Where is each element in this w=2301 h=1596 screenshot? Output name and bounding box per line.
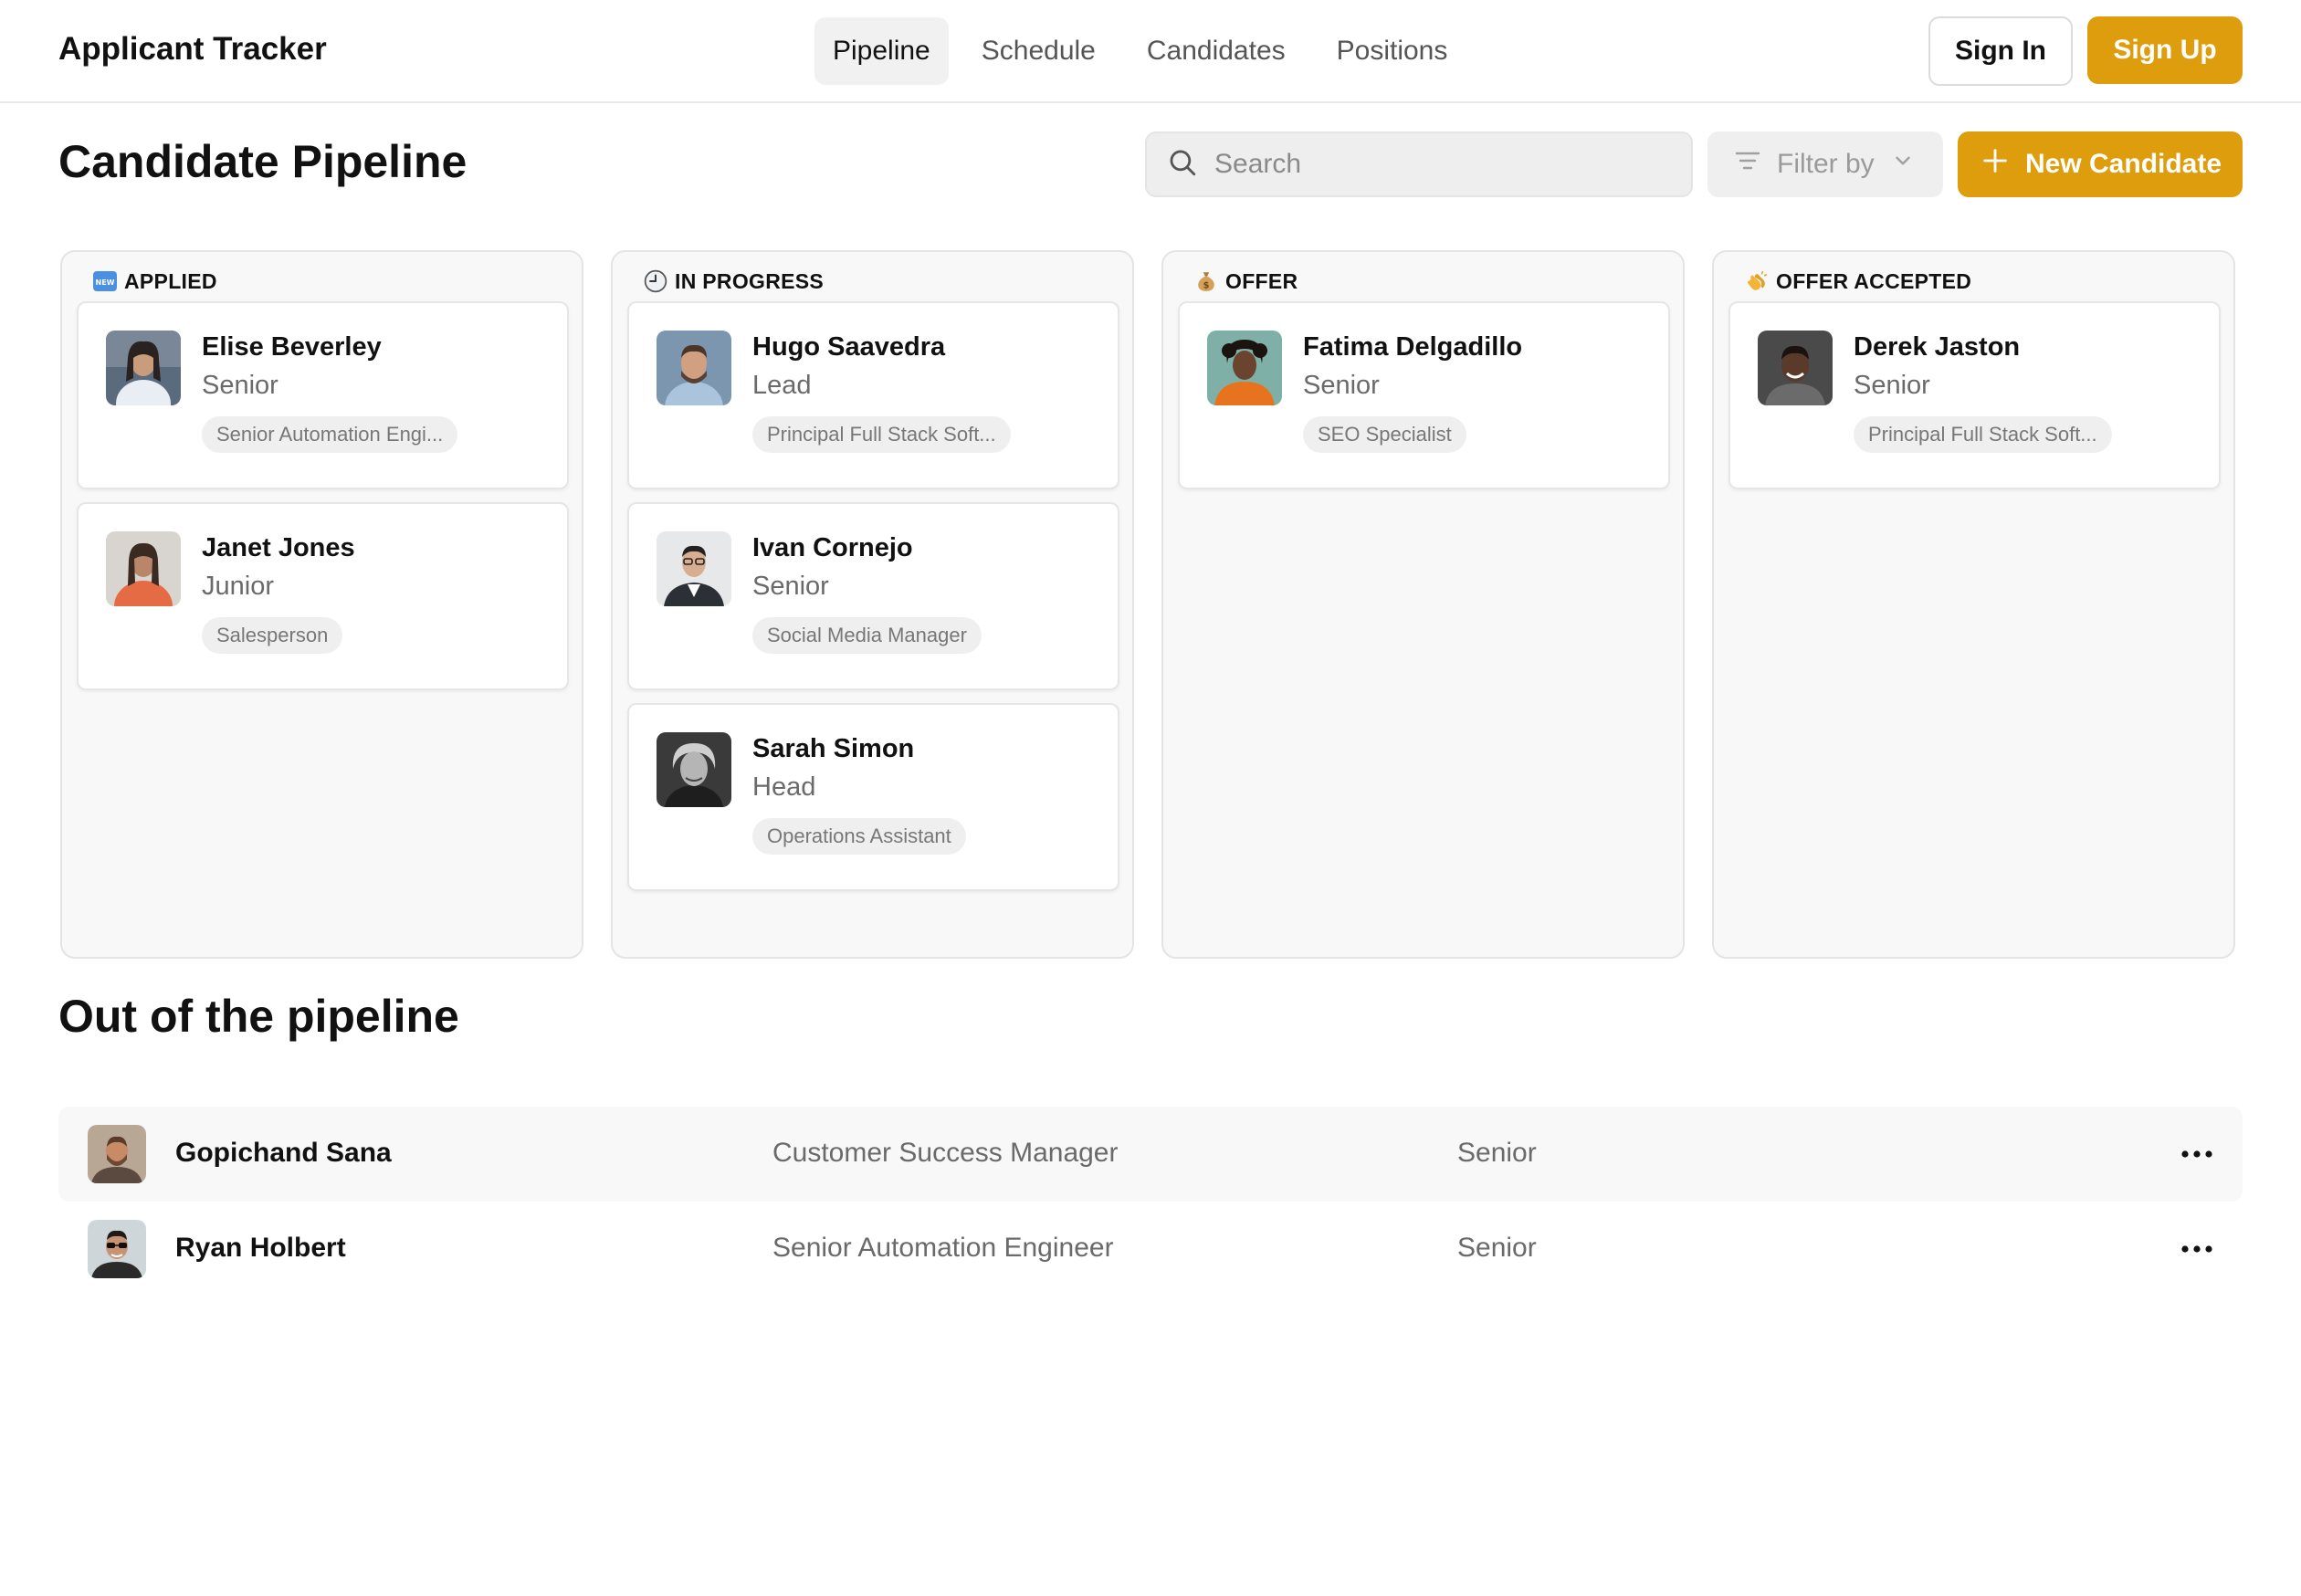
out-of-pipeline-list: Gopichand Sana Customer Success Manager …: [58, 1107, 2243, 1297]
position-tag: Principal Full Stack Soft...: [752, 416, 1011, 453]
search-icon: [1167, 147, 1198, 183]
candidate-card[interactable]: Derek Jaston Senior Principal Full Stack…: [1728, 301, 2221, 489]
position-tag: Social Media Manager: [752, 617, 982, 654]
search-box[interactable]: [1145, 131, 1693, 197]
clock-icon: [642, 268, 669, 295]
position-tag: Senior Automation Engi...: [202, 416, 458, 453]
position-tag: Operations Assistant: [752, 818, 966, 855]
column-title: OFFER ACCEPTED: [1776, 268, 1972, 293]
nav-schedule[interactable]: Schedule: [963, 17, 1114, 85]
candidate-name: Hugo Saavedra: [752, 332, 946, 362]
avatar: [106, 331, 181, 405]
candidate-level: Senior: [1457, 1138, 1537, 1168]
more-options-icon[interactable]: [2177, 1134, 2217, 1174]
candidate-card[interactable]: Janet Jones Junior Salesperson: [77, 502, 569, 690]
candidate-level: Head: [752, 772, 816, 802]
position-tag: SEO Specialist: [1303, 416, 1466, 453]
candidate-card[interactable]: Elise Beverley Senior Senior Automation …: [77, 301, 569, 489]
plus-icon: [1980, 145, 2011, 184]
list-item[interactable]: Ryan Holbert Senior Automation Engineer …: [58, 1202, 2243, 1297]
money-bag-icon: $: [1193, 268, 1220, 295]
position-tag: Salesperson: [202, 617, 343, 654]
filter-label: Filter by: [1777, 149, 1875, 179]
avatar: [1758, 331, 1833, 405]
column-offer-accepted: OFFER ACCEPTED Derek Jaston Senior Princ…: [1712, 250, 2235, 959]
svg-text:NEW: NEW: [96, 278, 115, 287]
svg-text:$: $: [1203, 281, 1210, 291]
list-item[interactable]: Gopichand Sana Customer Success Manager …: [58, 1107, 2243, 1202]
candidate-name: Sarah Simon: [752, 734, 915, 763]
search-input[interactable]: [1214, 149, 1671, 180]
filter-dropdown[interactable]: Filter by: [1707, 131, 1943, 197]
column-offer: $ OFFER Fatima Delgadillo Senior SEO Spe…: [1161, 250, 1685, 959]
candidate-level: Senior: [1303, 371, 1380, 400]
avatar: [657, 331, 731, 405]
clapping-hands-icon: [1743, 268, 1770, 295]
avatar: [1207, 331, 1282, 405]
candidate-name: Elise Beverley: [202, 332, 382, 362]
avatar: [657, 732, 731, 807]
pipeline-board: NEW APPLIED Elise Beverley Senior Senior…: [60, 250, 2235, 959]
candidate-card[interactable]: Fatima Delgadillo Senior SEO Specialist: [1178, 301, 1670, 489]
main-nav: Pipeline Schedule Candidates Positions: [814, 17, 1466, 85]
new-candidate-button[interactable]: New Candidate: [1958, 131, 2243, 197]
candidate-level: Lead: [752, 371, 812, 400]
column-title: IN PROGRESS: [675, 268, 825, 293]
avatar: [657, 531, 731, 606]
sign-up-button[interactable]: Sign Up: [2087, 16, 2243, 84]
chevron-down-icon: [1891, 149, 1915, 180]
column-header: $ OFFER: [1193, 265, 1668, 298]
nav-pipeline[interactable]: Pipeline: [814, 17, 949, 85]
new-candidate-label: New Candidate: [2025, 149, 2222, 179]
auth-buttons: Sign In Sign Up: [1928, 16, 2243, 86]
candidate-name: Gopichand Sana: [175, 1138, 392, 1168]
candidate-name: Ryan Holbert: [175, 1233, 346, 1263]
candidate-card[interactable]: Sarah Simon Head Operations Assistant: [627, 703, 1119, 891]
candidate-name: Ivan Cornejo: [752, 533, 913, 562]
filter-lines-icon: [1733, 146, 1762, 183]
sign-in-button[interactable]: Sign In: [1928, 16, 2073, 86]
position-tag: Principal Full Stack Soft...: [1854, 416, 2112, 453]
column-header: NEW APPLIED: [91, 265, 567, 298]
avatar: [106, 531, 181, 606]
column-header: OFFER ACCEPTED: [1743, 265, 2219, 298]
candidate-position: Senior Automation Engineer: [772, 1233, 1114, 1263]
column-title: APPLIED: [124, 268, 217, 293]
column-title: OFFER: [1225, 268, 1298, 293]
column-header: IN PROGRESS: [642, 265, 1118, 298]
candidate-level: Senior: [1457, 1233, 1537, 1263]
column-in-progress: IN PROGRESS Hugo Saavedra Lead Principal…: [611, 250, 1134, 959]
page-title: Candidate Pipeline: [58, 136, 468, 187]
candidate-level: Senior: [202, 371, 278, 400]
candidate-name: Fatima Delgadillo: [1303, 332, 1523, 362]
candidate-level: Senior: [1854, 371, 1930, 400]
candidate-card[interactable]: Ivan Cornejo Senior Social Media Manager: [627, 502, 1119, 690]
candidate-level: Junior: [202, 572, 274, 601]
candidate-position: Customer Success Manager: [772, 1138, 1119, 1168]
avatar: [88, 1125, 146, 1183]
new-badge-icon: NEW: [91, 268, 119, 295]
top-navigation-bar: Applicant Tracker Pipeline Schedule Cand…: [0, 0, 2301, 103]
nav-positions[interactable]: Positions: [1319, 17, 1466, 85]
nav-candidates[interactable]: Candidates: [1129, 17, 1304, 85]
candidate-level: Senior: [752, 572, 829, 601]
avatar: [88, 1220, 146, 1278]
candidate-name: Janet Jones: [202, 533, 355, 562]
column-applied: NEW APPLIED Elise Beverley Senior Senior…: [60, 250, 583, 959]
more-options-icon[interactable]: [2177, 1229, 2217, 1269]
section-title: Out of the pipeline: [58, 991, 459, 1042]
app-title: Applicant Tracker: [58, 31, 327, 67]
candidate-card[interactable]: Hugo Saavedra Lead Principal Full Stack …: [627, 301, 1119, 489]
candidate-name: Derek Jaston: [1854, 332, 2021, 362]
